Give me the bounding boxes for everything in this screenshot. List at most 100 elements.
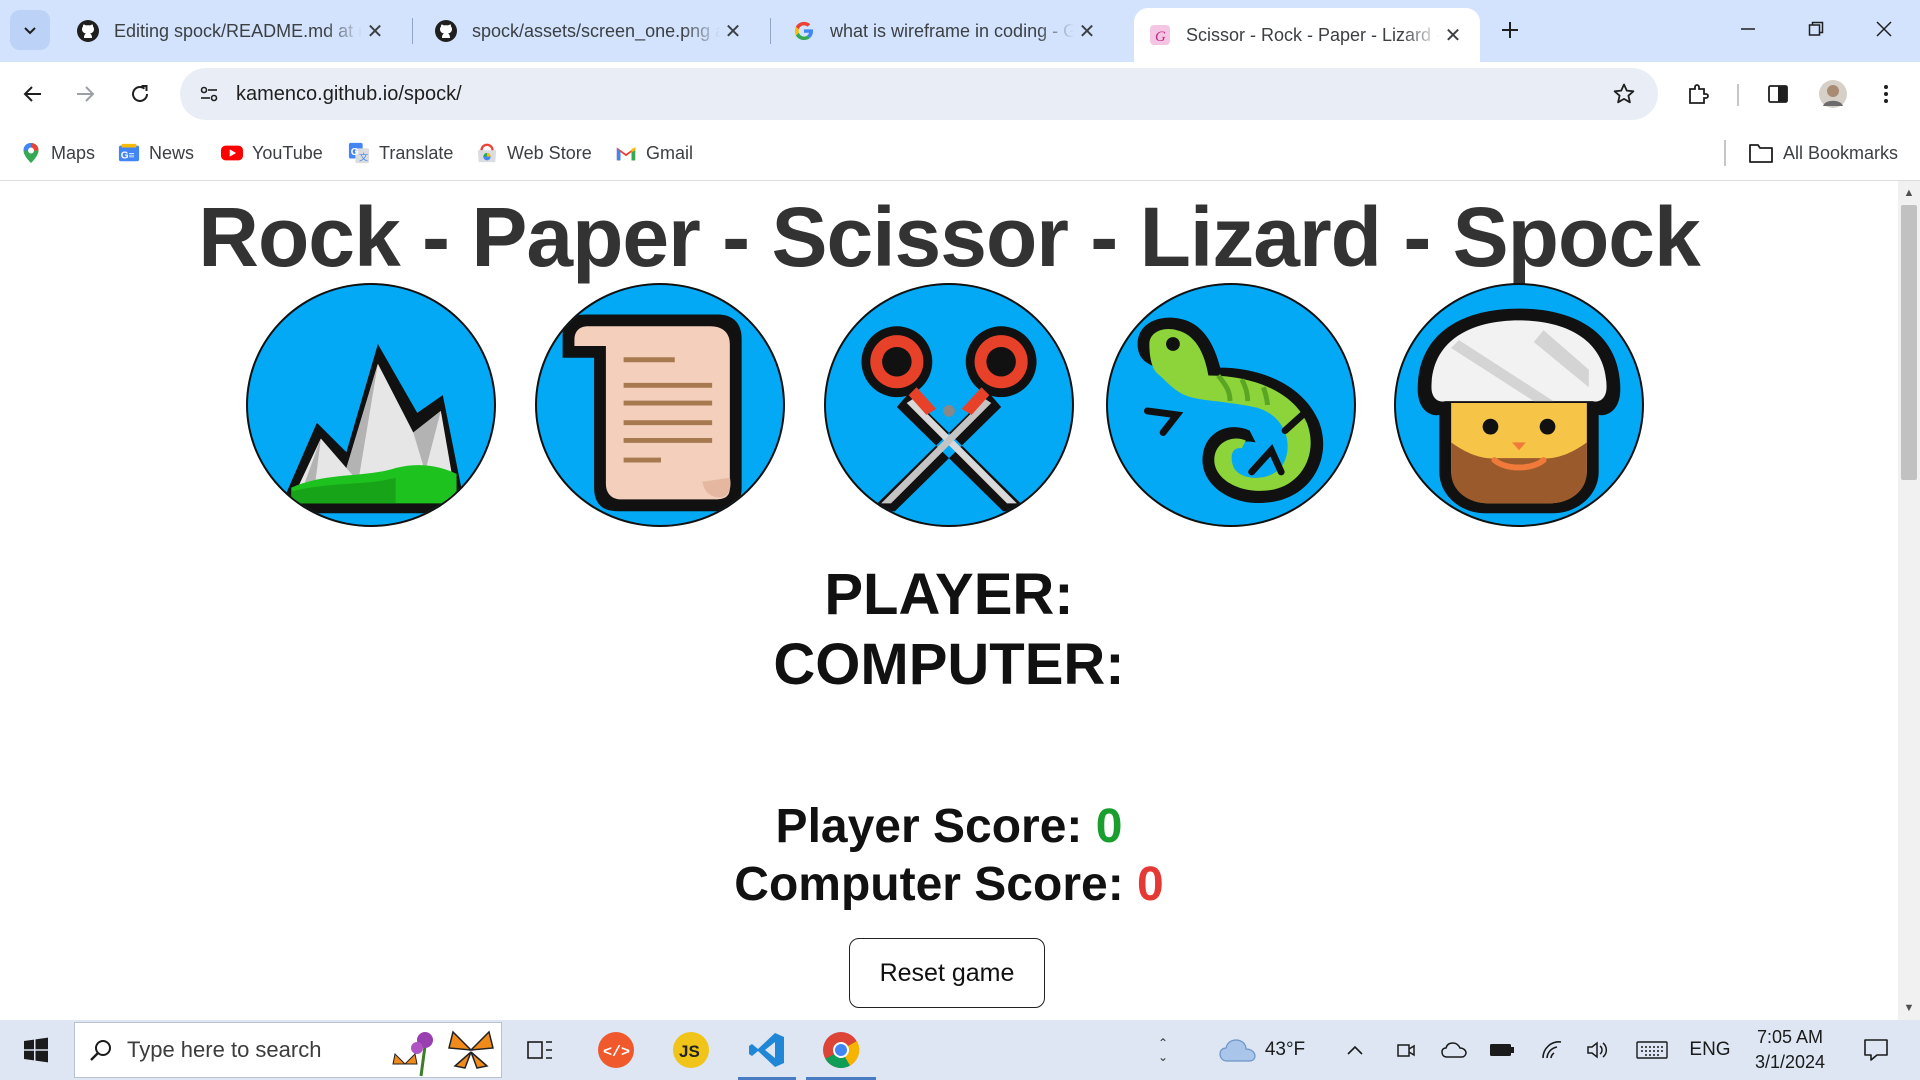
task-view-button[interactable]: [516, 1020, 564, 1080]
profile-avatar[interactable]: [1813, 74, 1853, 114]
google-icon: [794, 21, 813, 40]
extensions-button[interactable]: [1678, 74, 1718, 114]
windows-taskbar: Type here to search </> JS ⌃ ⌄ 43°F ENG …: [0, 1020, 1920, 1080]
computer-score-value: 0: [1137, 858, 1164, 911]
js-icon: JS: [673, 1032, 709, 1068]
reload-button[interactable]: [120, 74, 160, 114]
forward-button[interactable]: [65, 74, 105, 114]
taskbar-js-app[interactable]: JS: [667, 1020, 715, 1080]
address-bar[interactable]: kamenco.github.io/spock/: [180, 68, 1658, 120]
close-icon: [1876, 21, 1892, 37]
tab-spock-game[interactable]: G Scissor - Rock - Paper - Lizard - ✕: [1134, 8, 1480, 62]
toolbar-divider: [1737, 84, 1739, 106]
start-button[interactable]: [0, 1020, 72, 1080]
clock[interactable]: 7:05 AM 3/1/2024: [1740, 1020, 1840, 1080]
taskbar-chrome[interactable]: [806, 1020, 876, 1080]
scroll-down-icon[interactable]: ▼: [1898, 998, 1920, 1018]
notifications-button[interactable]: [1852, 1020, 1900, 1080]
gmail-icon: [616, 147, 636, 161]
battery-icon: [1490, 1044, 1514, 1056]
input-language-indicator[interactable]: ENG: [1686, 1020, 1734, 1080]
scissors-choice-button[interactable]: [824, 283, 1074, 527]
lizard-icon: [1137, 317, 1324, 504]
show-hidden-icons-button[interactable]: [1340, 1020, 1370, 1080]
close-window-button[interactable]: [1850, 0, 1918, 58]
bookmark-translate[interactable]: G文 Translate: [348, 138, 453, 168]
turbaned-man-icon: [1417, 308, 1621, 514]
restore-button[interactable]: [1782, 0, 1850, 58]
close-icon[interactable]: ✕: [1440, 23, 1466, 48]
touch-keyboard-icon[interactable]: [1632, 1020, 1672, 1080]
bookmark-gmail[interactable]: Gmail: [615, 138, 693, 168]
chevron-down-icon: [24, 27, 36, 35]
url-text[interactable]: kamenco.github.io/spock/: [236, 83, 462, 106]
arrow-left-icon: [23, 86, 41, 102]
minimize-icon: [1741, 28, 1755, 30]
taskbar-code-editor[interactable]: </>: [592, 1020, 640, 1080]
spock-choice-button[interactable]: [1394, 283, 1644, 527]
chrome-menu-button[interactable]: [1866, 74, 1906, 114]
browser-toolbar: kamenco.github.io/spock/: [0, 62, 1920, 126]
bookmark-web-store[interactable]: Web Store: [476, 138, 592, 168]
close-icon[interactable]: ✕: [1074, 19, 1100, 44]
svg-text:</>: </>: [603, 1044, 630, 1061]
taskbar-vscode[interactable]: [738, 1020, 796, 1080]
side-panel-button[interactable]: [1758, 74, 1798, 114]
mountain-icon: [277, 344, 467, 514]
github-icon: [435, 20, 457, 42]
close-icon[interactable]: ✕: [362, 19, 388, 44]
youtube-icon: [221, 145, 243, 161]
weather-temp: 43°F: [1264, 1039, 1306, 1060]
language-label: ENG: [1689, 1039, 1731, 1060]
tab-readme[interactable]: Editing spock/README.md at m ✕: [62, 8, 402, 54]
search-placeholder: Type here to search: [127, 1037, 322, 1062]
chevron-up-icon[interactable]: ⌃: [1158, 1036, 1168, 1050]
tab-google-search[interactable]: what is wireframe in coding - G ✕: [778, 8, 1114, 54]
wifi-icon[interactable]: [1536, 1020, 1568, 1080]
svg-text:JS: JS: [679, 1042, 700, 1061]
arrow-right-icon: [77, 86, 95, 102]
star-icon: [1613, 83, 1635, 104]
weather-widget[interactable]: 43°F: [1212, 1020, 1312, 1080]
all-bookmarks-button[interactable]: All Bookmarks: [1748, 138, 1898, 168]
bookmark-youtube[interactable]: YouTube: [221, 138, 323, 168]
bookmarks-bar: Maps G≡ News YouTube G文 Translate Web St…: [0, 126, 1920, 181]
code-editor-icon: </>: [598, 1032, 634, 1068]
maps-icon: [23, 143, 39, 163]
onedrive-icon[interactable]: [1438, 1020, 1470, 1080]
tab-title: what is wireframe in coding - G: [830, 20, 1074, 41]
back-button[interactable]: [13, 74, 53, 114]
tab-separator: [412, 18, 413, 44]
taskbar-search-box[interactable]: Type here to search: [74, 1022, 502, 1078]
new-tab-button[interactable]: [1492, 12, 1528, 48]
bookmark-star-button[interactable]: [1604, 74, 1644, 114]
scissors-icon: [861, 326, 1037, 512]
close-icon[interactable]: ✕: [720, 19, 746, 44]
task-view-icon: [527, 1041, 552, 1059]
battery-icon[interactable]: [1486, 1020, 1518, 1080]
computer-score-label: Computer Score:: [734, 858, 1138, 911]
rock-choice-button[interactable]: [246, 283, 496, 527]
bookmark-label: Web Store: [507, 142, 592, 163]
tab-search-button[interactable]: [10, 10, 50, 50]
bookmark-news[interactable]: G≡ News: [118, 138, 194, 168]
player-score-label: Player Score:: [775, 800, 1096, 853]
svg-text:G: G: [1155, 29, 1166, 45]
volume-icon[interactable]: [1582, 1020, 1614, 1080]
scroll-up-icon[interactable]: ▲: [1898, 183, 1920, 203]
github-icon: [77, 20, 99, 42]
lizard-choice-button[interactable]: [1106, 283, 1356, 527]
bookmark-maps[interactable]: Maps: [20, 138, 95, 168]
reset-game-button[interactable]: Reset game: [849, 938, 1045, 1008]
notification-icon: [1864, 1039, 1888, 1061]
minimize-button[interactable]: [1714, 0, 1782, 58]
paper-choice-button[interactable]: [535, 283, 785, 527]
tab-screen-one[interactable]: spock/assets/screen_one.png at ✕: [420, 8, 760, 54]
bookmark-label: YouTube: [252, 142, 323, 163]
site-settings-icon[interactable]: [198, 83, 220, 105]
plus-icon: [1502, 22, 1518, 38]
taskbar-scroll-buttons[interactable]: ⌃ ⌄: [1148, 1020, 1178, 1080]
chevron-down-icon[interactable]: ⌄: [1158, 1050, 1168, 1064]
meet-now-icon[interactable]: [1392, 1020, 1420, 1080]
scrollbar-thumb[interactable]: [1901, 205, 1917, 480]
